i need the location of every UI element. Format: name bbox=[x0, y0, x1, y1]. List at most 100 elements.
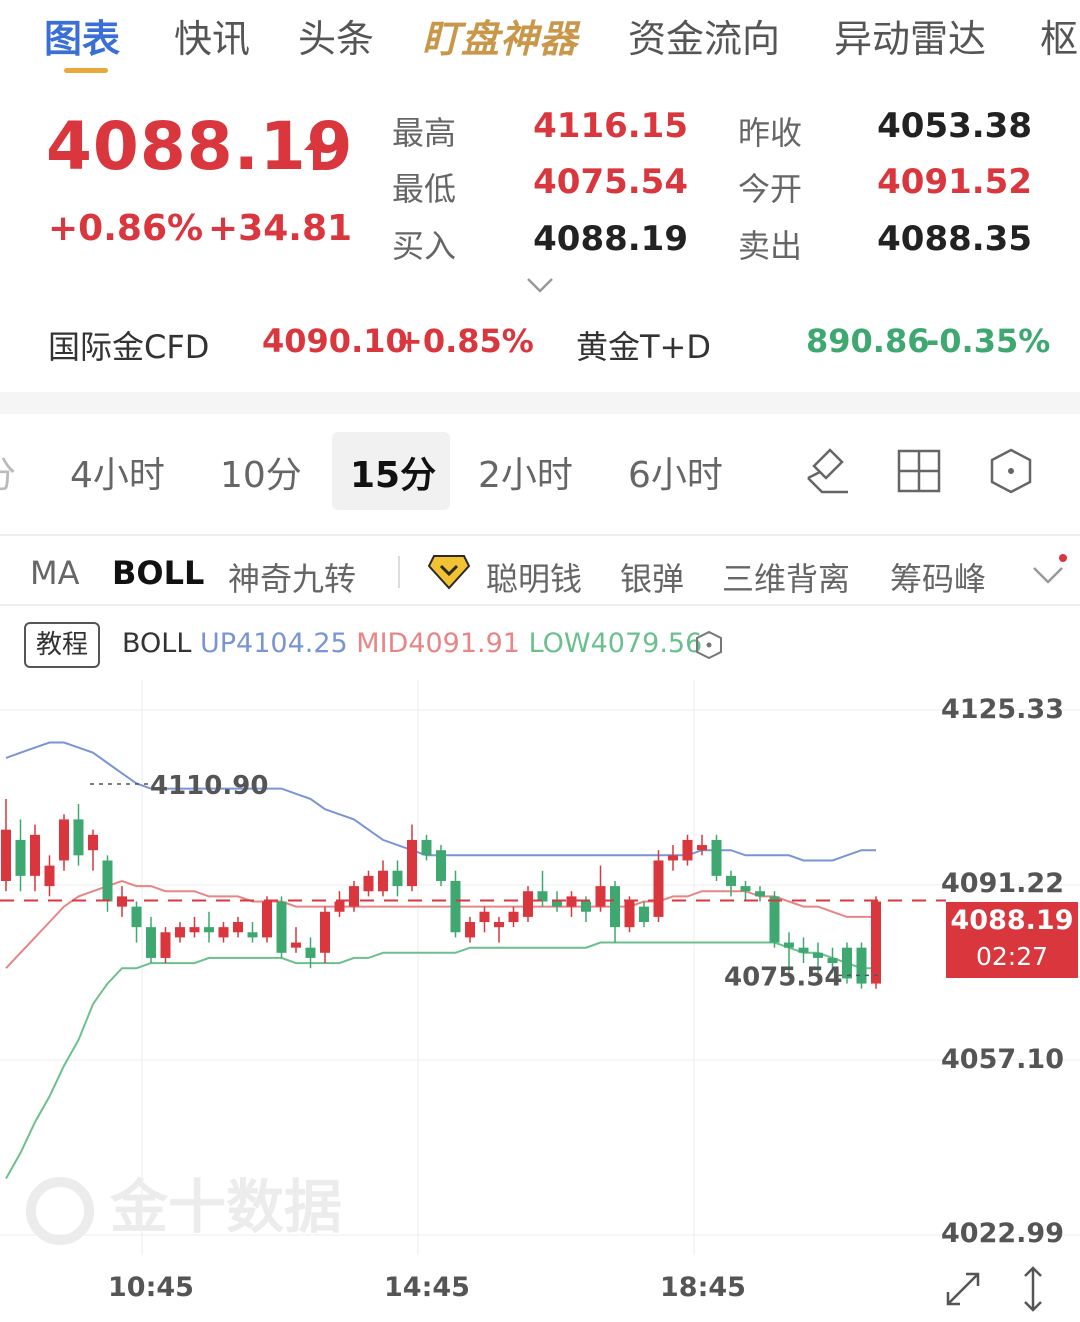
candle-body bbox=[146, 927, 156, 958]
indicator-boll[interactable]: BOLL bbox=[112, 554, 204, 592]
candle-body bbox=[407, 839, 417, 887]
candle-body bbox=[682, 839, 693, 861]
candle-body bbox=[479, 911, 490, 923]
candle-body bbox=[131, 906, 142, 928]
diamond-vip-icon bbox=[428, 555, 470, 590]
section-separator bbox=[0, 392, 1080, 414]
tutorial-button[interactable]: 教程 bbox=[24, 622, 100, 668]
open-label: 今开 bbox=[738, 170, 803, 208]
current-price-tag: 4088.19 02:27 bbox=[946, 902, 1078, 978]
prev-close-label: 昨收 bbox=[738, 114, 803, 152]
bid-label: 买入 bbox=[392, 227, 457, 265]
low-marker-label: 4075.54 bbox=[724, 962, 842, 992]
period-10m[interactable]: 10分 bbox=[220, 446, 302, 498]
indicator-3d-divergence[interactable]: 三维背离 bbox=[722, 554, 850, 600]
boll-mid-value: MID4091.91 bbox=[356, 628, 520, 659]
candlestick-chart[interactable]: 4110.90 4075.54 bbox=[0, 680, 1080, 1260]
candle-body bbox=[624, 901, 635, 928]
candle-countdown: 02:27 bbox=[975, 942, 1049, 971]
candle-body bbox=[726, 875, 736, 887]
tab-headlines[interactable]: 头条 bbox=[298, 8, 374, 63]
candle-body bbox=[871, 901, 881, 984]
candle-body bbox=[508, 911, 519, 923]
indicator-divider bbox=[398, 556, 400, 588]
candle-body bbox=[798, 947, 809, 953]
period-15m[interactable]: 15分 bbox=[350, 446, 436, 498]
candle-body bbox=[566, 896, 577, 907]
td-name: 黄金T+D bbox=[576, 328, 712, 366]
candle-body bbox=[842, 947, 852, 979]
candle-body bbox=[378, 870, 388, 892]
divider bbox=[0, 534, 1080, 536]
draw-pen-icon[interactable] bbox=[804, 448, 850, 494]
td-price: 890.86 bbox=[806, 322, 930, 360]
boll-settings-icon[interactable] bbox=[694, 630, 724, 660]
period-4h[interactable]: 4小时 bbox=[70, 446, 165, 498]
candle-body bbox=[88, 834, 98, 851]
candle-body bbox=[740, 886, 751, 892]
candle-body bbox=[465, 922, 475, 938]
candle-body bbox=[160, 932, 171, 958]
candle-body bbox=[276, 901, 287, 953]
candle-body bbox=[813, 952, 823, 958]
indicator-silver-bullet[interactable]: 银弹 bbox=[620, 554, 684, 600]
indicator-magic-nine[interactable]: 神奇九转 bbox=[228, 554, 356, 600]
candle-body bbox=[711, 839, 722, 876]
candle-body bbox=[262, 901, 272, 938]
period-2h[interactable]: 2小时 bbox=[478, 446, 573, 498]
boll-up-line bbox=[5, 741, 876, 862]
tab-news-flash[interactable]: 快讯 bbox=[174, 8, 250, 63]
divider bbox=[0, 604, 1080, 606]
candle-body bbox=[392, 870, 403, 887]
candle-body bbox=[494, 922, 504, 928]
indicator-chip-peak[interactable]: 筹码峰 bbox=[890, 554, 986, 600]
fullscreen-expand-icon[interactable] bbox=[942, 1268, 984, 1310]
candle-body bbox=[856, 947, 867, 984]
candle-body bbox=[595, 886, 606, 907]
indicator-more-chevron-icon[interactable] bbox=[1030, 554, 1070, 590]
indicator-ma[interactable]: MA bbox=[30, 554, 80, 592]
tab-chart[interactable]: 图表 bbox=[44, 8, 120, 63]
period-6h[interactable]: 6小时 bbox=[628, 446, 723, 498]
candle-body bbox=[552, 901, 562, 907]
cfd-price: 4090.10 bbox=[262, 322, 408, 360]
candle-body bbox=[523, 891, 533, 917]
hexagon-settings-icon[interactable] bbox=[988, 448, 1034, 494]
indicator-smart-money[interactable]: 聪明钱 bbox=[486, 554, 582, 600]
vertical-scale-icon[interactable] bbox=[1018, 1264, 1048, 1314]
candle-body bbox=[73, 819, 84, 856]
candle-body bbox=[436, 850, 446, 881]
active-tab-indicator bbox=[64, 68, 108, 73]
candle-body bbox=[697, 845, 707, 851]
period-min[interactable]: 分 bbox=[0, 446, 16, 498]
candle-body bbox=[233, 922, 243, 933]
boll-name: BOLL bbox=[122, 628, 192, 659]
ask-label: 卖出 bbox=[738, 227, 803, 265]
y-tick-label: 4125.33 bbox=[941, 694, 1064, 725]
high-value: 4116.15 bbox=[533, 106, 688, 146]
change-percent: +0.86% bbox=[48, 208, 204, 249]
candle-body bbox=[189, 927, 200, 933]
expand-chevron-icon[interactable] bbox=[526, 276, 554, 294]
top-tab-bar: 图表 快讯 头条 盯盘神器 资金流向 异动雷达 枢 bbox=[0, 0, 1080, 80]
candle-body bbox=[247, 932, 258, 938]
candle-body bbox=[218, 927, 229, 938]
tab-watch-tool[interactable]: 盯盘神器 bbox=[422, 8, 578, 63]
candle-body bbox=[349, 886, 359, 907]
tab-anomaly-radar[interactable]: 异动雷达 bbox=[834, 8, 986, 63]
tab-more[interactable]: 枢 bbox=[1040, 8, 1078, 63]
candle-body bbox=[30, 834, 40, 876]
low-value: 4075.54 bbox=[533, 162, 688, 202]
candle-body bbox=[1, 829, 11, 881]
candle-body bbox=[450, 880, 461, 933]
candle-body bbox=[653, 860, 664, 917]
grid-layout-icon[interactable] bbox=[896, 448, 942, 494]
boll-legend: BOLL UP4104.25 MID4091.91 LOW4079.56 bbox=[122, 628, 702, 659]
candle-body bbox=[421, 839, 432, 856]
high-marker-label: 4110.90 bbox=[150, 771, 268, 801]
x-tick-label: 18:45 bbox=[660, 1272, 746, 1303]
candle-body bbox=[175, 927, 185, 938]
tab-fund-flow[interactable]: 资金流向 bbox=[628, 8, 780, 63]
y-tick-label: 4057.10 bbox=[941, 1044, 1064, 1075]
candle-body bbox=[334, 901, 345, 912]
